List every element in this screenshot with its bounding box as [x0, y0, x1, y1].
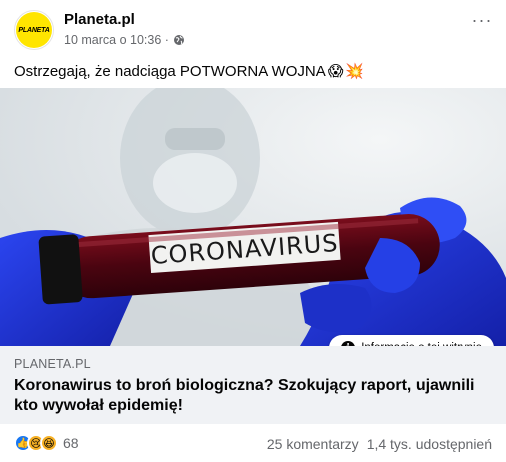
reaction-count: 68 [63, 435, 79, 451]
page-name-link[interactable]: Planeta.pl [64, 11, 135, 28]
post-text: Ostrzegają, że nadciąga POTWORNA WOJNA 😱… [14, 62, 365, 81]
more-options-button[interactable]: ··· [468, 10, 496, 30]
post-meta: 10 marca o 10:36 · [64, 33, 185, 47]
page-avatar[interactable]: PLANETA [14, 10, 54, 50]
post-image[interactable]: CORONAVIRUS [0, 88, 506, 346]
link-domain: PLANETA.PL [14, 357, 91, 371]
logo-text: PLANETA [18, 26, 50, 34]
collision-emoji-icon: 💥 [345, 63, 365, 80]
reactions-summary[interactable]: 👍 😢 😆 68 [14, 434, 79, 452]
link-headline: Koronawirus to broń biologiczna? Szokują… [14, 377, 475, 414]
scream-emoji-icon: 😱 [327, 63, 344, 80]
post-stats: 25 komentarzy 1,4 tys. udostępnień [267, 436, 492, 452]
coronavirus-tube-illustration: CORONAVIRUS [0, 88, 506, 346]
planeta-logo: PLANETA [16, 12, 52, 48]
shares-count[interactable]: 1,4 tys. udostępnień [367, 436, 492, 452]
post-message: Ostrzegają, że nadciąga POTWORNA WOJNA [14, 62, 326, 80]
comments-count[interactable]: 25 komentarzy [267, 436, 359, 452]
link-preview[interactable]: PLANETA.PL Koronawirus to broń biologicz… [0, 346, 506, 424]
haha-icon: 😆 [40, 434, 58, 452]
globe-icon [173, 35, 184, 45]
facebook-post: PLANETA Planeta.pl 10 marca o 10:36 · ··… [0, 0, 506, 462]
post-timestamp[interactable]: 10 marca o 10:36 · [64, 33, 169, 47]
